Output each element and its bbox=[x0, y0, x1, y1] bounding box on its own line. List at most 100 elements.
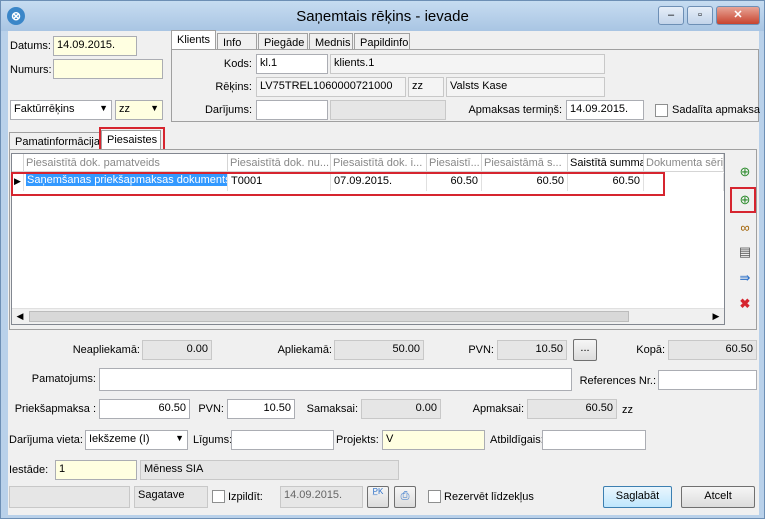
datums-label: Datums: bbox=[10, 40, 51, 52]
printer-icon[interactable]: ⎙ bbox=[394, 486, 416, 508]
references-field[interactable] bbox=[658, 370, 757, 390]
scroll-thumb[interactable] bbox=[29, 311, 629, 322]
prepay-field[interactable]: 60.50 bbox=[99, 399, 190, 419]
apliekama-label: Apliekamā: bbox=[277, 344, 332, 356]
rezervet-checkbox[interactable] bbox=[428, 490, 441, 503]
klients-panel: Kods: kl.1 klients.1 Rēķins: LV75TREL106… bbox=[171, 49, 761, 122]
grid-header[interactable]: Saistītā summa bbox=[568, 154, 644, 172]
chevron-down-icon: ▼ bbox=[99, 103, 108, 113]
minimize-button[interactable]: – bbox=[658, 6, 684, 25]
projekts-field[interactable]: V bbox=[382, 430, 485, 450]
scroll-left-icon[interactable]: ◀ bbox=[12, 309, 28, 324]
prepay-currency: zz bbox=[622, 404, 633, 416]
grid-header[interactable]: Dokumenta sērija bbox=[644, 154, 724, 172]
grid-header[interactable]: Piesaistī... bbox=[427, 154, 482, 172]
chevron-down-icon: ▼ bbox=[175, 433, 184, 443]
tab-pamatinformacija[interactable]: Pamatinformācija bbox=[9, 132, 101, 150]
add-linked-doc-icon[interactable]: ⊕ bbox=[736, 163, 754, 181]
row-highlight bbox=[11, 172, 665, 196]
projekts-label: Projekts: bbox=[336, 434, 379, 446]
ligums-label: Līgums: bbox=[193, 434, 233, 446]
grid-header[interactable]: Piesaistītā dok. nu... bbox=[228, 154, 331, 172]
save-button[interactable]: Saglabāt bbox=[603, 486, 672, 508]
pvn-total-field: 10.50 bbox=[497, 340, 567, 360]
delete-icon[interactable]: ✖ bbox=[736, 295, 754, 313]
termins-field[interactable]: 14.09.2015. bbox=[566, 100, 644, 120]
numurs-label: Numurs: bbox=[10, 64, 52, 76]
client-name-field: klients.1 bbox=[330, 54, 605, 74]
kopa-label: Kopā: bbox=[636, 344, 665, 356]
status-empty-field bbox=[9, 486, 130, 508]
kods-label: Kods: bbox=[223, 58, 252, 70]
zz-select[interactable]: zz ▼ bbox=[115, 100, 163, 120]
sadalita-checkbox[interactable] bbox=[655, 104, 668, 117]
vieta-label: Darījuma vieta: bbox=[9, 434, 83, 446]
darijums-field-2 bbox=[330, 100, 446, 120]
maximize-button[interactable]: ▫ bbox=[687, 6, 713, 25]
termins-label: Apmaksas termiņš: bbox=[468, 104, 562, 116]
doc-type-select[interactable]: Faktūrrēķins ▼ bbox=[10, 100, 112, 120]
title-bar: ⊗ Saņemtais rēķins - ievade – ▫ ✕ bbox=[1, 1, 764, 31]
neapliekama-label: Neapliekamā: bbox=[72, 344, 140, 356]
darijums-label: Darījums: bbox=[204, 104, 252, 116]
tab-info[interactable]: Info bbox=[217, 33, 257, 50]
grid-header[interactable]: Piesaistītā dok. i... bbox=[331, 154, 427, 172]
iestade-code-field[interactable]: 1 bbox=[55, 460, 137, 480]
apliekama-field: 50.00 bbox=[334, 340, 424, 360]
chevron-down-icon: ▼ bbox=[150, 103, 159, 113]
sadalita-label: Sadalīta apmaksa bbox=[672, 104, 761, 116]
pamatojums-label: Pamatojums: bbox=[31, 373, 96, 385]
darijums-field[interactable] bbox=[256, 100, 328, 120]
zz-value: zz bbox=[119, 103, 130, 115]
tab-mednis[interactable]: Mednis bbox=[309, 33, 353, 50]
apmaksai-field: 60.50 bbox=[527, 399, 617, 419]
grid-header[interactable]: Piesaistāmā s... bbox=[482, 154, 568, 172]
rekins-label: Rēķins: bbox=[215, 81, 252, 93]
tab-piegade[interactable]: Piegāde bbox=[258, 33, 308, 50]
prepay-pvn-label: PVN: bbox=[198, 403, 224, 415]
izpildit-label: Izpildīt: bbox=[228, 491, 263, 503]
horizontal-scrollbar[interactable]: ◀ ▶ bbox=[12, 308, 724, 324]
cancel-button[interactable]: Atcelt bbox=[681, 486, 755, 508]
datums-field[interactable]: 14.09.2015. bbox=[53, 36, 137, 56]
ligums-field[interactable] bbox=[231, 430, 334, 450]
rezervet-label: Rezervēt līdzekļus bbox=[444, 491, 534, 503]
izpildit-date-field: 14.09.2015. bbox=[280, 486, 363, 508]
pvn-details-button[interactable]: ... bbox=[573, 339, 597, 361]
window: ⊗ Saņemtais rēķins - ievade – ▫ ✕ Datums… bbox=[0, 0, 765, 519]
izpildit-checkbox[interactable] bbox=[212, 490, 225, 503]
grid-header[interactable]: Piesaistītā dok. pamatveids bbox=[24, 154, 228, 172]
status-field: Sagatave bbox=[134, 486, 208, 508]
samaksai-field: 0.00 bbox=[361, 399, 441, 419]
kods-field[interactable]: kl.1 bbox=[256, 54, 328, 74]
link-icon[interactable]: ∞ bbox=[736, 219, 754, 237]
window-title: Saņemtais rēķins - ievade bbox=[296, 8, 469, 25]
tab-papildinfo[interactable]: Papildinfo bbox=[354, 33, 410, 50]
iestade-name-field: Mēness SIA bbox=[140, 460, 399, 480]
prepay-pvn-field[interactable]: 10.50 bbox=[227, 399, 295, 419]
add-doc-highlight bbox=[730, 187, 756, 213]
grid-corner bbox=[12, 154, 24, 172]
doc-type-value: Faktūrrēķins bbox=[14, 103, 75, 115]
vieta-value: Iekšzeme (I) bbox=[89, 433, 150, 445]
iestade-label: Iestāde: bbox=[9, 464, 49, 476]
pamatojums-field[interactable] bbox=[99, 368, 572, 391]
apmaksai-label: Apmaksai: bbox=[472, 403, 524, 415]
vieta-select[interactable]: Iekšzeme (I) ▼ bbox=[85, 430, 188, 450]
references-label: References Nr.: bbox=[579, 375, 656, 387]
pk-icon[interactable]: P̲K bbox=[367, 486, 389, 508]
priekšapmaksa-label: Priekšapmaksa : bbox=[14, 403, 96, 415]
tab-klients[interactable]: Klients bbox=[171, 30, 216, 50]
close-button[interactable]: ✕ bbox=[716, 6, 760, 25]
neapliekama-field: 0.00 bbox=[142, 340, 212, 360]
tab-highlight bbox=[99, 127, 165, 151]
document-icon[interactable]: ▤ bbox=[736, 243, 754, 261]
rekins-field: LV75TREL1060000721000 bbox=[256, 77, 406, 97]
bank-name: Valsts Kase bbox=[446, 77, 605, 97]
atbildigais-field[interactable] bbox=[542, 430, 646, 450]
transfer-icon[interactable]: ⇛ bbox=[736, 269, 754, 287]
atbildigais-label: Atbildīgais: bbox=[490, 434, 544, 446]
numurs-field[interactable] bbox=[53, 59, 163, 79]
scroll-right-icon[interactable]: ▶ bbox=[708, 309, 724, 324]
samaksai-label: Samaksai: bbox=[306, 403, 358, 415]
